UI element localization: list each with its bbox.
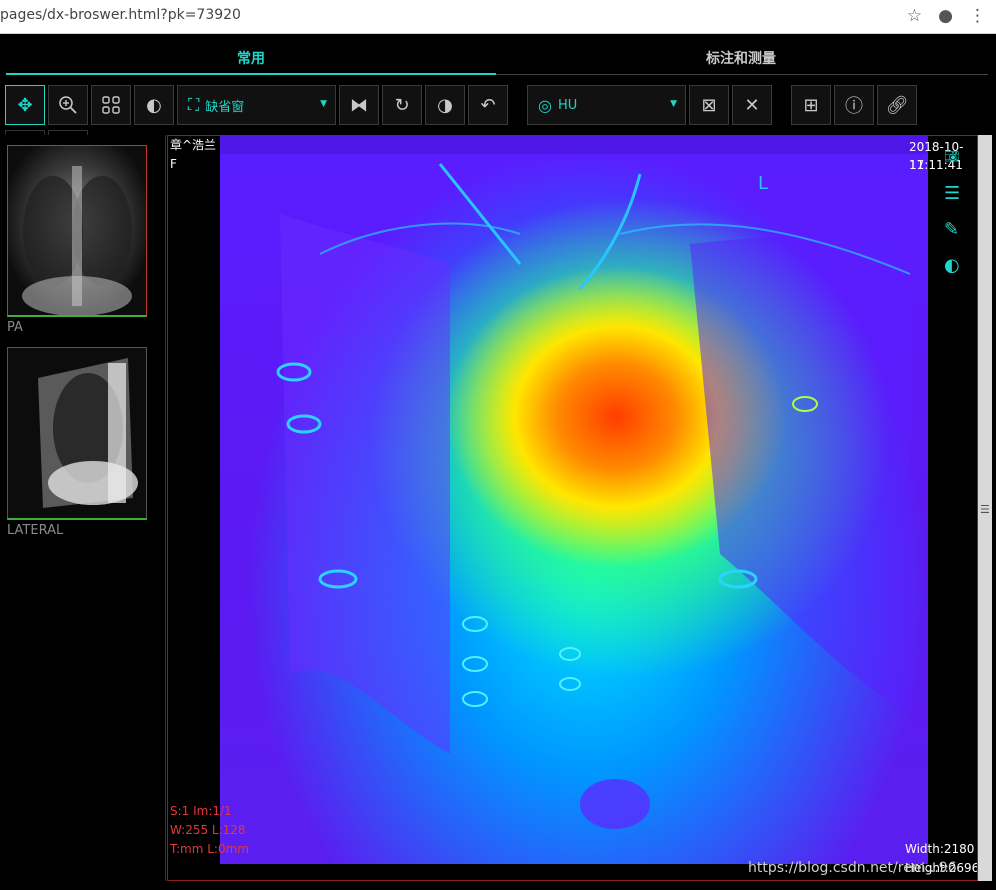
star-icon[interactable]: ☆ — [907, 6, 922, 26]
crop-icon: ⛶ — [188, 95, 200, 114]
invert-button[interactable]: ◑ — [425, 85, 465, 125]
menu-dots-icon[interactable]: ⋮ — [969, 6, 986, 26]
browser-address-bar: pages/dx-broswer.html?pk=73920 ☆ ● ⋮ — [0, 0, 996, 34]
rotate-button[interactable]: ↻ — [382, 85, 422, 125]
hu-select-label: HU — [557, 97, 578, 113]
contrast-icon: ◐ — [146, 94, 162, 116]
series-info: S:1 Im:1/1 — [170, 804, 232, 818]
move-arrows-icon: ✥ — [17, 94, 33, 116]
split-grid-icon: ⊞ — [803, 94, 819, 116]
undo-icon: ↶ — [480, 94, 496, 116]
image-top-strip — [220, 136, 928, 154]
close-icon: ✕ — [744, 94, 760, 116]
link-button[interactable]: 🔗︎ — [877, 85, 917, 125]
image-viewport[interactable]: L 章^浩兰 F 2018-10-17 11:11:41 S:1 Im:1/1 … — [167, 135, 978, 881]
tab-divider — [496, 74, 988, 75]
pseudocolor-chest-xray[interactable]: L — [220, 154, 928, 864]
series-thumbnail-panel: PA LATERAL — [0, 135, 166, 890]
camera-icon[interactable]: 📷︎ — [944, 149, 959, 163]
window-level-button[interactable]: ◐ — [134, 85, 174, 125]
url-text[interactable]: pages/dx-broswer.html?pk=73920 — [0, 7, 241, 23]
flip-horizontal-icon: ⧓ — [350, 94, 368, 116]
invert-icon: ◑ — [437, 94, 453, 116]
thumbnail-label-pa: PA — [7, 320, 23, 335]
lateral-xray-thumbnail — [8, 348, 146, 518]
side-scrollbar[interactable]: ☰ — [978, 135, 992, 881]
window-preset-label: 缺省窗 — [205, 99, 245, 115]
pan-tool-button[interactable]: ✥ — [5, 85, 45, 125]
rotate-icon: ↻ — [394, 94, 410, 116]
hamburger-menu-icon[interactable]: ☰ — [944, 183, 960, 204]
close-button[interactable]: ✕ — [732, 85, 772, 125]
info-button[interactable]: ⓘ — [834, 85, 874, 125]
chevron-down-icon: ▼ — [670, 99, 677, 109]
patient-name: 章^浩兰 — [170, 138, 217, 152]
orientation-marker: L — [758, 173, 768, 194]
flip-button[interactable]: ⧓ — [339, 85, 379, 125]
bottom-bar — [0, 881, 978, 890]
thickness-info: T:mm L:0mm — [170, 842, 249, 856]
thumbnail-label-lateral: LATERAL — [7, 523, 64, 538]
pa-xray-thumbnail — [8, 146, 146, 316]
tool-bar: ✥ ◐ ⛶ 缺省窗 ▼ ⧓ ↻ ◑ ↶ ◎ HU ▼ ⊠ ✕ ⊞ ⓘ 🔗︎ — [0, 82, 996, 126]
chevron-down-icon: ▼ — [320, 99, 327, 109]
undo-button[interactable]: ↶ — [468, 85, 508, 125]
target-icon: ◎ — [538, 95, 552, 115]
grid-layout-icon — [102, 96, 120, 114]
viewport-side-tools: 📷︎ ☰ ✎ ◐ — [930, 135, 978, 881]
layout-grid-button[interactable] — [91, 85, 131, 125]
window-level-info: W:255 L:128 — [170, 823, 246, 837]
thumbnail-pa[interactable] — [7, 145, 147, 317]
zoom-in-icon — [59, 96, 77, 114]
contrast-toggle-icon[interactable]: ◐ — [944, 255, 960, 276]
dicom-viewer-app: 常用 标注和测量 ✥ ◐ ⛶ 缺省窗 ▼ ⧓ ↻ ◑ ↶ ◎ HU ▼ ⊠ ✕ … — [0, 34, 996, 890]
watermark: https://blog.csdn.net/rem...96 — [748, 860, 957, 876]
tab-annotate-measure[interactable]: 标注和测量 — [706, 48, 776, 68]
split-view-button[interactable]: ⊞ — [791, 85, 831, 125]
active-tab-underline — [6, 73, 496, 75]
toolbar-tabs: 常用 标注和测量 — [0, 34, 996, 76]
zoom-tool-button[interactable] — [48, 85, 88, 125]
patient-sex: F — [170, 157, 177, 171]
clear-overlay-button[interactable]: ⊠ — [689, 85, 729, 125]
thumbnail-lateral[interactable] — [7, 347, 147, 520]
link-icon: 🔗︎ — [885, 94, 909, 116]
scroll-grip-icon[interactable]: ☰ — [980, 503, 990, 516]
hu-select[interactable]: ◎ HU ▼ — [527, 85, 686, 125]
window-preset-select[interactable]: ⛶ 缺省窗 ▼ — [177, 85, 336, 125]
clear-box-icon: ⊠ — [701, 94, 717, 116]
account-icon[interactable]: ● — [938, 6, 953, 26]
pencil-icon[interactable]: ✎ — [944, 219, 959, 240]
tab-common[interactable]: 常用 — [237, 48, 265, 68]
info-icon: ⓘ — [845, 96, 863, 117]
xray-structures: L — [276, 163, 911, 829]
